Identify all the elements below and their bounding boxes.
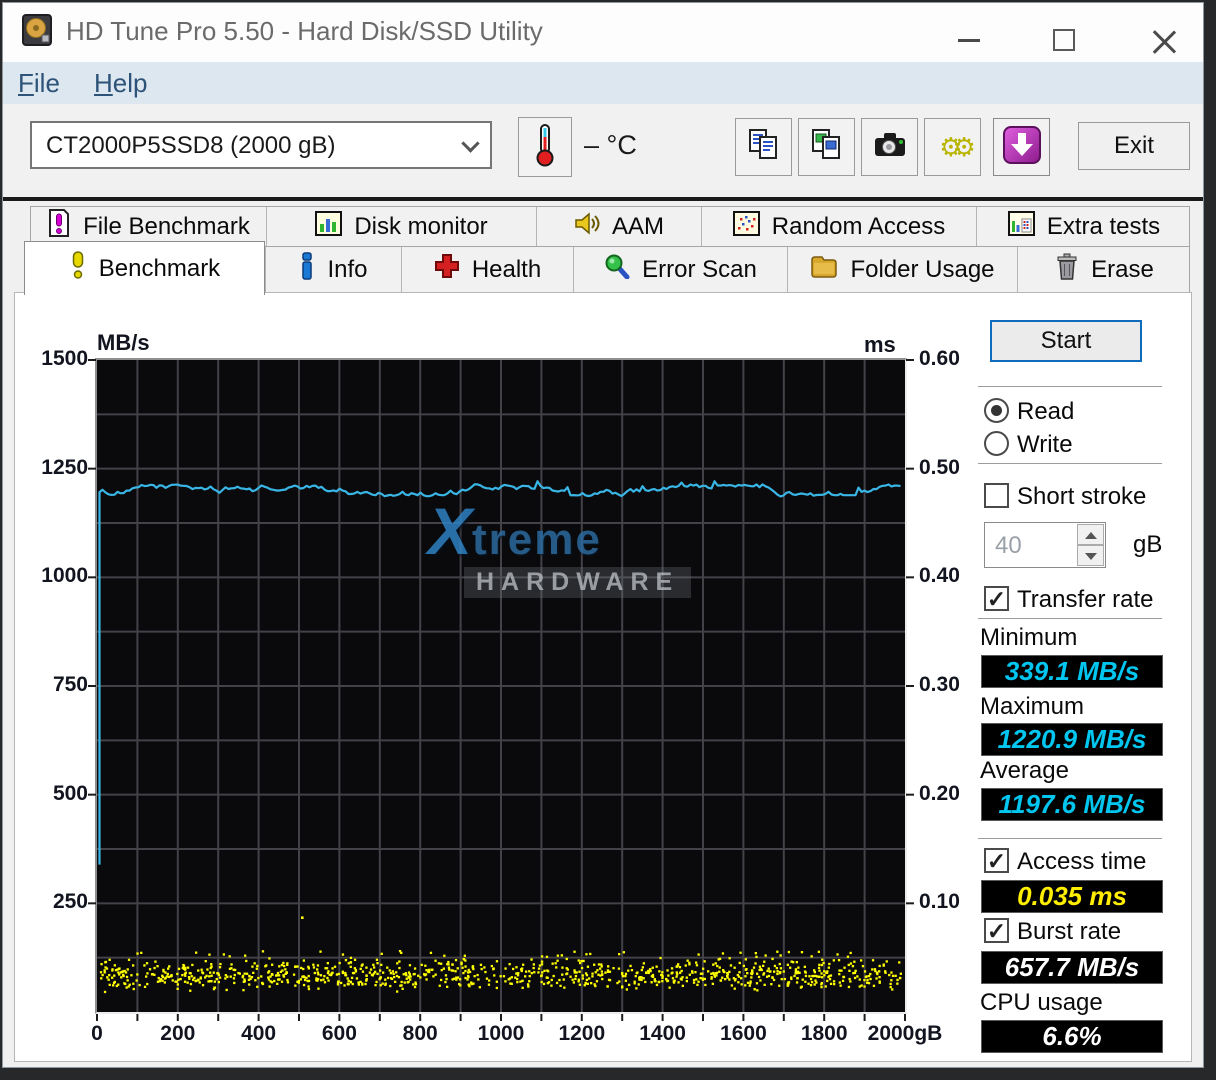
average-label: Average [980,757,1069,784]
minimum-label: Minimum [980,624,1078,651]
benchmark-icon [69,250,87,287]
magnifier-icon [604,253,630,286]
tab-disk-monitor[interactable]: Disk monitor [266,207,536,246]
minimize-icon[interactable] [958,39,980,42]
left-axis-unit: MB/s [97,330,150,355]
maximum-value: 1220.9 MB/s [981,723,1163,756]
axis-tick-label: 250 [52,890,88,914]
app-icon [22,13,54,52]
screen: HD Tune Pro 5.50 - Hard Disk/SSD Utility… [0,0,1216,1080]
separator [978,618,1162,619]
gears-icon: ⚙⚙ [939,132,975,162]
minimum-value: 339.1 MB/s [981,655,1163,688]
short-stroke-unit: gB [1133,531,1163,558]
maximize-icon[interactable] [1053,29,1075,51]
scatter-icon [732,210,760,243]
health-cross-icon [434,253,460,286]
tab-aam[interactable]: AAM [536,207,701,246]
device-select[interactable]: CT2000P5SSD8 (2000 gB) [30,121,492,169]
menu-help[interactable]: Help [94,68,147,99]
axis-tick-label: 0.30 [919,673,960,696]
average-value: 1197.6 MB/s [981,788,1163,821]
chevron-down-icon [461,134,480,153]
copy-image-button[interactable] [798,118,855,176]
file-benchmark-icon [47,209,71,244]
burst-rate-label: Burst rate [1017,918,1122,945]
disk-monitor-icon [315,210,343,243]
axis-tick-label: 1250 [41,455,88,479]
options-button[interactable]: ⚙⚙ [924,118,981,176]
write-radio[interactable] [984,431,1009,456]
folder-icon [810,254,838,285]
window-title: HD Tune Pro 5.50 - Hard Disk/SSD Utility [66,16,543,46]
spin-up-icon[interactable] [1077,524,1104,545]
axis-tick-label: 0.20 [919,781,960,805]
exit-button[interactable]: Exit [1078,122,1190,170]
temperature-value: – °C [584,130,637,160]
menu-file[interactable]: File [18,68,60,99]
tab-info[interactable]: Info [265,247,401,292]
axis-tick-label: 500 [52,781,88,805]
copy-report-icon [746,127,782,168]
close-icon[interactable] [1152,29,1176,54]
transfer-rate-checkbox[interactable]: ✓ [984,586,1009,611]
short-stroke-spinner[interactable]: 40 [984,522,1106,568]
tab-erase[interactable]: Erase [1017,247,1191,292]
separator [978,386,1162,387]
right-axis-unit: ms [864,332,896,357]
short-stroke-value: 40 [995,532,1022,559]
axis-tick-label: 0.50 [919,455,960,479]
thermometer-icon [534,123,556,172]
copy-report-button[interactable] [735,118,792,176]
axis-tick-label: 2000gB [867,1022,943,1045]
save-results-button[interactable] [993,118,1050,176]
tab-error-scan[interactable]: Error Scan [573,247,787,292]
transfer-rate-label: Transfer rate [1017,586,1154,613]
temperature-button[interactable] [518,117,572,177]
burst-rate-checkbox[interactable]: ✓ [984,918,1009,943]
separator [978,463,1162,464]
axis-tick-label: 0.10 [919,890,960,914]
copy-image-icon [809,127,845,168]
screenshot-button[interactable] [861,118,918,176]
access-time-checkbox[interactable]: ✓ [984,848,1009,873]
camera-icon [872,130,908,165]
burst-rate-value: 657.7 MB/s [981,951,1163,984]
access-time-label: Access time [1017,848,1147,875]
tab-benchmark-active[interactable]: Benchmark [24,241,265,295]
trash-icon [1055,253,1079,287]
tab-extra-tests[interactable]: Extra tests [976,207,1191,246]
separator [978,838,1162,839]
axis-tick-label: 750 [52,673,88,696]
read-radio[interactable] [984,398,1009,423]
tab-random-access[interactable]: Random Access [701,207,976,246]
menu-bar [3,62,1203,104]
tab-health[interactable]: Health [401,247,573,292]
axis-tick-label: 0.40 [919,564,960,588]
extra-tests-icon [1007,210,1035,243]
cpu-usage-value: 6.6% [981,1020,1163,1053]
tab-folder-usage[interactable]: Folder Usage [787,247,1017,292]
info-icon [299,252,315,287]
read-label: Read [1017,398,1075,425]
cpu-usage-label: CPU usage [980,989,1103,1016]
axis-tick-label: 1000 [41,564,88,588]
axis-tick-label: 0.60 [919,347,960,370]
short-stroke-label: Short stroke [1017,483,1147,510]
device-select-value: CT2000P5SSD8 (2000 gB) [46,132,336,159]
short-stroke-checkbox[interactable] [984,483,1009,508]
write-label: Write [1017,431,1073,458]
axis-tick-label: 1500 [41,347,88,370]
start-button[interactable]: Start [990,320,1142,362]
access-time-value: 0.035 ms [981,880,1163,913]
speaker-icon [574,211,600,243]
spin-down-icon[interactable] [1077,545,1104,566]
download-arrow-icon [1002,125,1042,170]
benchmark-chart [88,358,914,1021]
maximum-label: Maximum [980,693,1085,720]
